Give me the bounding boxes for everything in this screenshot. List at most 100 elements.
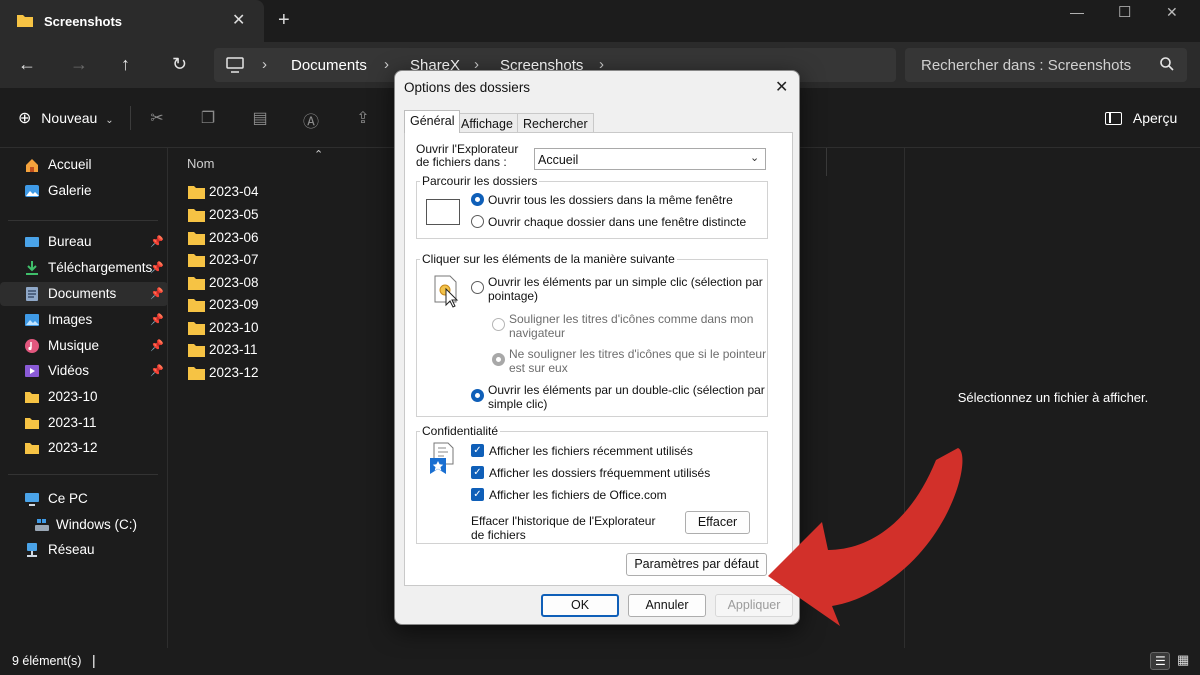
- underline-browser-label-line2: navigateur: [509, 326, 566, 340]
- sidebar-item-label: Bureau: [48, 234, 92, 249]
- details-view-icon: ☰: [1155, 654, 1166, 668]
- sidebar-item-label: 2023-11: [48, 415, 97, 430]
- list-item-name: 2023-05: [209, 207, 259, 222]
- pin-icon[interactable]: 📌: [150, 287, 164, 300]
- navigation-pane: Accueil Galerie Bureau 📌 Téléchargements…: [0, 148, 168, 648]
- folder-icon: [188, 277, 205, 290]
- status-bar: 9 élément(s) | ☰ ▦: [0, 648, 1200, 675]
- checkbox-frequent-folders[interactable]: ✓: [471, 466, 484, 479]
- sidebar-item-galerie[interactable]: Galerie: [0, 179, 168, 203]
- close-tab-icon[interactable]: ✕: [232, 10, 245, 30]
- clear-history-label-line2: de fichiers: [471, 528, 526, 542]
- paste-icon[interactable]: ▤: [250, 108, 270, 128]
- sidebar-item-windows-c[interactable]: Windows (C:): [0, 513, 168, 537]
- sidebar-item-documents[interactable]: Documents 📌: [0, 282, 168, 306]
- pc-icon: [25, 493, 39, 506]
- sidebar-item-videos[interactable]: Vidéos 📌: [0, 359, 168, 383]
- sidebar-item-label: Accueil: [48, 157, 92, 172]
- single-click-label-line1: Ouvrir les éléments par un simple clic (…: [488, 275, 763, 289]
- tab-general[interactable]: Général: [404, 110, 461, 133]
- radio-single-click[interactable]: [471, 281, 484, 294]
- new-button[interactable]: ⊕ Nouveau ⌄: [18, 108, 114, 128]
- open-in-select[interactable]: Accueil ⌄: [534, 148, 766, 170]
- open-in-label-line2: de fichiers dans :: [416, 155, 507, 169]
- maximize-icon[interactable]: ☐: [1118, 3, 1131, 21]
- list-item[interactable]: 2023-08: [186, 272, 386, 294]
- radio-double-click[interactable]: [471, 389, 484, 402]
- underline-hover-label-line2: est sur eux: [509, 361, 568, 375]
- rename-icon[interactable]: Ⓐ: [301, 108, 321, 131]
- column-header-name[interactable]: Nom: [187, 156, 214, 171]
- new-tab-icon[interactable]: +: [278, 9, 290, 32]
- pin-icon[interactable]: 📌: [150, 339, 164, 352]
- list-item[interactable]: 2023-10: [186, 317, 386, 339]
- list-item[interactable]: 2023-11: [186, 339, 386, 361]
- pin-icon[interactable]: 📌: [150, 313, 164, 326]
- radio-underline-browser[interactable]: [492, 318, 505, 331]
- sidebar-item-reseau[interactable]: Réseau: [0, 538, 168, 562]
- underline-browser-label-line1: Souligner les titres d'icônes comme dans…: [509, 312, 754, 326]
- sidebar-item-2023-10[interactable]: 2023-10: [0, 385, 168, 409]
- pin-icon[interactable]: 📌: [150, 235, 164, 248]
- sidebar-item-musique[interactable]: Musique 📌: [0, 334, 168, 358]
- sidebar-item-2023-11[interactable]: 2023-11: [0, 411, 168, 435]
- status-divider: |: [92, 652, 96, 668]
- cancel-button[interactable]: Annuler: [628, 594, 706, 617]
- copy-icon[interactable]: ❐: [198, 108, 218, 128]
- list-item[interactable]: 2023-06: [186, 227, 386, 249]
- share-icon[interactable]: ⇪: [353, 108, 373, 128]
- click-pointer-icon: [434, 275, 459, 308]
- sidebar-item-images[interactable]: Images 📌: [0, 308, 168, 332]
- ok-button[interactable]: OK: [541, 594, 619, 617]
- radio-underline-hover[interactable]: [492, 353, 505, 366]
- list-item[interactable]: 2023-05: [186, 204, 386, 226]
- tab-rechercher[interactable]: Rechercher: [517, 113, 594, 133]
- cut-icon[interactable]: ✂: [147, 108, 167, 128]
- videos-icon: [25, 365, 39, 377]
- tiles-view-button[interactable]: ▦: [1174, 652, 1194, 670]
- forward-icon[interactable]: →: [70, 54, 88, 75]
- search-input[interactable]: Rechercher dans : Screenshots: [905, 48, 1187, 82]
- sidebar-item-bureau[interactable]: Bureau 📌: [0, 230, 168, 254]
- documents-icon: [26, 287, 38, 301]
- folder-icon: [188, 344, 205, 357]
- details-view-button[interactable]: ☰: [1150, 652, 1170, 670]
- sidebar-item-2023-12[interactable]: 2023-12: [0, 436, 168, 460]
- list-item[interactable]: 2023-12: [186, 362, 386, 384]
- radio-same-window[interactable]: [471, 193, 484, 206]
- list-item[interactable]: 2023-09: [186, 294, 386, 316]
- chevron-down-icon: ⌄: [750, 152, 760, 164]
- privacy-label: Confidentialité: [420, 424, 501, 438]
- sidebar-item-ce-pc[interactable]: Ce PC: [0, 487, 168, 511]
- pin-icon[interactable]: 📌: [150, 261, 164, 274]
- sidebar-item-telechargements[interactable]: Téléchargements 📌: [0, 256, 168, 280]
- radio-distinct-window[interactable]: [471, 215, 484, 228]
- sidebar-item-label: Images: [48, 312, 93, 327]
- checkbox-office-files[interactable]: ✓: [471, 488, 484, 501]
- sidebar-item-label: Musique: [48, 338, 100, 353]
- pin-icon[interactable]: 📌: [150, 364, 164, 377]
- click-items-label: Cliquer sur les éléments de la manière s…: [420, 252, 677, 266]
- preview-pane-button[interactable]: Aperçu: [1105, 110, 1177, 126]
- tab-affichage[interactable]: Affichage: [455, 113, 519, 133]
- sidebar-item-label: Ce PC: [48, 491, 88, 506]
- list-item[interactable]: 2023-04: [186, 181, 386, 203]
- checkbox-recent-files[interactable]: ✓: [471, 444, 484, 457]
- sidebar-item-accueil[interactable]: Accueil: [0, 153, 168, 177]
- privacy-star-icon: [430, 442, 454, 474]
- up-icon[interactable]: ↑: [121, 54, 130, 75]
- office-files-label: Afficher les fichiers de Office.com: [489, 488, 667, 502]
- breadcrumb-documents[interactable]: Documents: [291, 57, 367, 74]
- tab-screenshots[interactable]: Screenshots ✕: [0, 0, 264, 42]
- back-icon[interactable]: ←: [18, 54, 36, 75]
- list-item-name: 2023-06: [209, 230, 259, 245]
- sidebar-item-label: Galerie: [48, 183, 92, 198]
- browse-illustration-icon: [426, 199, 460, 225]
- close-icon[interactable]: ✕: [775, 77, 788, 97]
- refresh-icon[interactable]: ↻: [172, 54, 187, 75]
- column-divider[interactable]: [826, 148, 827, 176]
- minimize-icon[interactable]: —: [1070, 4, 1084, 20]
- title-bar: Screenshots ✕ + — ☐ ✕: [0, 0, 1200, 42]
- list-item[interactable]: 2023-07: [186, 249, 386, 271]
- close-window-icon[interactable]: ✕: [1166, 4, 1178, 21]
